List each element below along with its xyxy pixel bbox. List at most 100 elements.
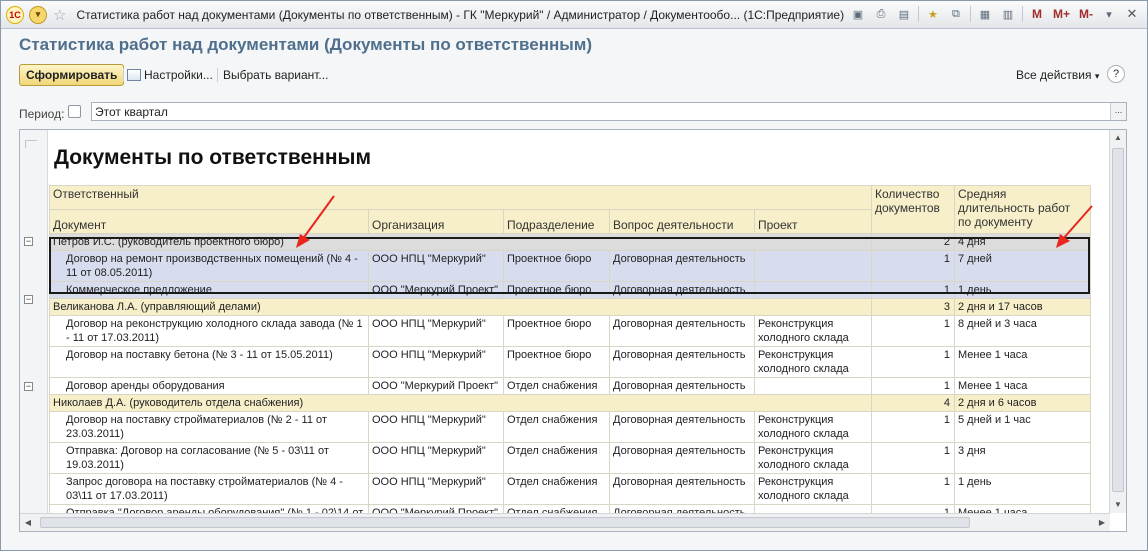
cell-department: Проектное бюро: [503, 315, 610, 347]
scroll-down-icon[interactable]: ▼: [1110, 497, 1126, 513]
group-row[interactable]: Великанова Л.А. (управляющий делами) 3 2…: [49, 298, 1091, 316]
cell-count: 1: [871, 442, 955, 474]
favorite-add-icon[interactable]: ★: [924, 5, 942, 23]
cell-document: Договор на поставку бетона (№ 3 - 11 от …: [49, 346, 369, 378]
cell-document: Договор на поставку стройматериалов (№ 2…: [49, 411, 369, 443]
cell-organization: ООО НПЦ "Меркурий": [368, 315, 504, 347]
group-duration: 2 дня и 17 часов: [954, 298, 1091, 316]
scroll-left-icon[interactable]: ◀: [20, 514, 36, 531]
cell-activity: Договорная деятельность: [609, 411, 755, 443]
cell-department: Проектное бюро: [503, 250, 610, 282]
choose-variant-button[interactable]: Выбрать вариант...: [223, 68, 328, 82]
table-row[interactable]: Отправка: Договор на согласование (№ 5 -…: [49, 442, 1091, 474]
close-icon[interactable]: ✕: [1123, 5, 1141, 23]
header-activity: Вопрос деятельности: [609, 209, 755, 234]
table-row[interactable]: Договор на поставку бетона (№ 3 - 11 от …: [49, 346, 1091, 378]
grouping-gutter: − − −: [20, 130, 48, 513]
cell-department: Проектное бюро: [503, 281, 610, 299]
scroll-thumb[interactable]: [1112, 148, 1124, 492]
report-spreadsheet[interactable]: − − − Документы по ответственным Ответст…: [19, 129, 1127, 532]
cell-activity: Договорная деятельность: [609, 250, 755, 282]
period-label: Период:: [19, 107, 65, 121]
table-row[interactable]: Договор на реконструкцию холодного склад…: [49, 315, 1091, 347]
memory-plus-button[interactable]: M+: [1051, 5, 1072, 23]
period-checkbox[interactable]: [68, 105, 81, 118]
memory-m-button[interactable]: M: [1028, 5, 1046, 23]
cell-duration: 3 дня: [954, 442, 1091, 474]
settings-icon: [127, 69, 141, 81]
group-duration: 4 дня: [954, 233, 1091, 251]
settings-button[interactable]: Настройки...: [127, 68, 213, 82]
cell-activity: Договорная деятельность: [609, 346, 755, 378]
chevron-down-icon: ▾: [1094, 71, 1100, 81]
cell-project: Реконструкция холодного склада: [754, 442, 872, 474]
print-icon[interactable]: ⎙: [872, 5, 890, 23]
period-value: Этот квартал: [95, 105, 168, 119]
command-bar: Сформировать Настройки... Выбрать вариан…: [19, 64, 1125, 86]
all-actions-button[interactable]: Все действия ▾: [1016, 68, 1099, 82]
cell-department: Отдел снабжения: [503, 442, 610, 474]
group-row[interactable]: Петров И.С. (руководитель проектного бюр…: [49, 233, 1091, 251]
preview-icon[interactable]: ▤: [895, 5, 913, 23]
period-field[interactable]: Этот квартал ...: [91, 102, 1127, 121]
title-bar: 1С ▾ ☆ Статистика работ над документами …: [1, 1, 1147, 29]
table-row[interactable]: Договор аренды оборудования ООО "Меркури…: [49, 377, 1091, 395]
table-row[interactable]: Договор на поставку стройматериалов (№ 2…: [49, 411, 1091, 443]
table-row[interactable]: Коммерческое предложение ООО "Меркурий П…: [49, 281, 1091, 299]
header-row: Ответственный Количество документов Сред…: [49, 185, 1091, 234]
table-row[interactable]: Запрос договора на поставку стройматериа…: [49, 473, 1091, 505]
collapse-toggle-icon[interactable]: −: [24, 382, 33, 391]
cell-organization: ООО "Меркурий Проект": [368, 377, 504, 395]
gutter-line: [25, 140, 37, 148]
scroll-right-icon[interactable]: ▶: [1094, 514, 1110, 531]
vertical-scrollbar[interactable]: ▲ ▼: [1109, 130, 1126, 513]
group-row[interactable]: Николаев Д.А. (руководитель отдела снабж…: [49, 394, 1091, 412]
save-icon[interactable]: ▣: [849, 5, 867, 23]
cell-count: 1: [871, 315, 955, 347]
period-select-button[interactable]: ...: [1110, 103, 1126, 120]
collapse-toggle-icon[interactable]: −: [24, 237, 33, 246]
group-count: 2: [871, 233, 955, 251]
settings-label: Настройки...: [144, 68, 213, 82]
group-duration: 2 дня и 6 часов: [954, 394, 1091, 412]
cell-duration: 1 день: [954, 473, 1091, 505]
cell-project: Реконструкция холодного склада: [754, 411, 872, 443]
favorite-star-icon[interactable]: ☆: [53, 6, 66, 24]
title-bar-tools: ▣ ⎙ ▤ ★ ⧉ ▦ ▥ M M+ M- ▾ ✕: [849, 5, 1141, 23]
header-project: Проект: [754, 209, 872, 234]
app-logo-icon[interactable]: 1С: [6, 5, 24, 24]
scroll-thumb[interactable]: [40, 517, 970, 528]
main-menu-icon[interactable]: ▾: [29, 5, 47, 24]
link-icon[interactable]: ⧉: [947, 5, 965, 23]
cell-project: Реконструкция холодного склада: [754, 315, 872, 347]
calendar-icon[interactable]: ▥: [999, 5, 1017, 23]
horizontal-scrollbar[interactable]: ◀ ▶: [20, 513, 1110, 531]
cell-project: [754, 377, 872, 395]
toolbar-separator: [917, 6, 919, 22]
cell-activity: Договорная деятельность: [609, 377, 755, 395]
collapse-toggle-icon[interactable]: −: [24, 295, 33, 304]
memory-minus-button[interactable]: M-: [1077, 5, 1095, 23]
cell-department: Проектное бюро: [503, 346, 610, 378]
cell-document: Договор на реконструкцию холодного склад…: [49, 315, 369, 347]
cell-document: Запрос договора на поставку стройматериа…: [49, 473, 369, 505]
table-row[interactable]: Договор на ремонт производственных помещ…: [49, 250, 1091, 282]
all-actions-label: Все действия: [1016, 68, 1092, 82]
cell-document: Коммерческое предложение: [49, 281, 369, 299]
cell-organization: ООО НПЦ "Меркурий": [368, 442, 504, 474]
scroll-up-icon[interactable]: ▲: [1110, 130, 1126, 146]
generate-button[interactable]: Сформировать: [19, 64, 125, 86]
calculator-icon[interactable]: ▦: [976, 5, 994, 23]
header-document: Документ: [49, 209, 369, 234]
header-organization: Организация: [368, 209, 504, 234]
cell-duration: 8 дней и 3 часа: [954, 315, 1091, 347]
cell-count: 1: [871, 473, 955, 505]
cell-activity: Договорная деятельность: [609, 473, 755, 505]
window-menu-icon[interactable]: ▾: [1100, 5, 1118, 23]
cell-organization: ООО "Меркурий Проект": [368, 281, 504, 299]
cell-count: 1: [871, 346, 955, 378]
help-button[interactable]: ?: [1107, 65, 1125, 83]
header-count: Количество документов: [871, 185, 955, 234]
toolbar-separator: [969, 6, 971, 22]
window-title: Статистика работ над документами (Докуме…: [76, 7, 845, 22]
